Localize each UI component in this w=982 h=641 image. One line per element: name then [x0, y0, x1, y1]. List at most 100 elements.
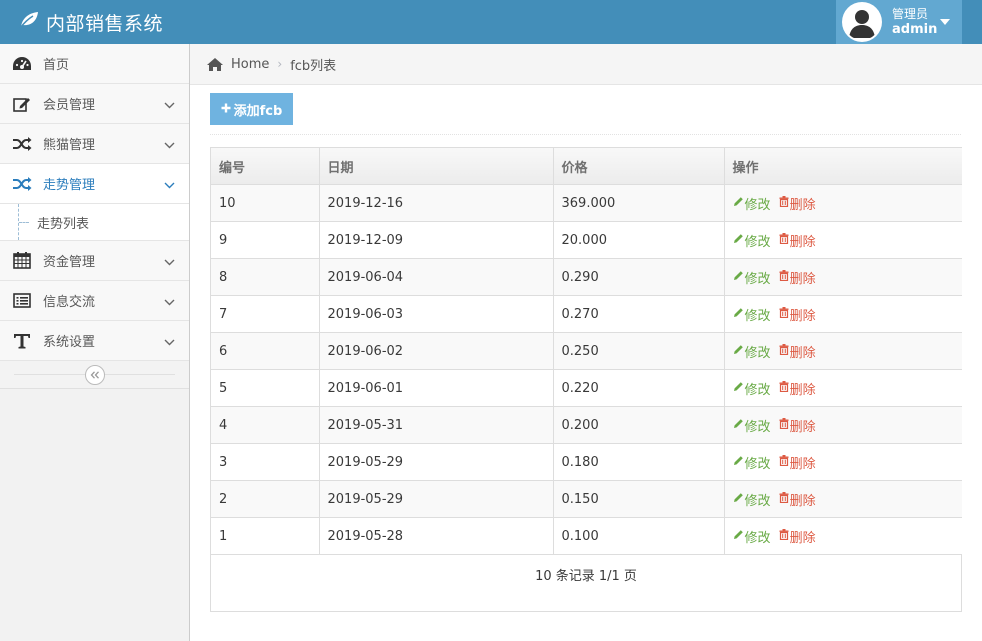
sidebar-item-label: 资金管理	[43, 255, 96, 270]
cell-price: 0.250	[552, 332, 725, 370]
chevron-down-icon[interactable]	[164, 255, 175, 270]
edit-link[interactable]: 修改	[733, 268, 771, 287]
pencil-icon	[733, 418, 745, 433]
double-angle-left-icon[interactable]	[85, 365, 105, 385]
sidebar-item-funds[interactable]: 资金管理	[0, 241, 189, 281]
breadcrumb-separator-icon: ›	[277, 57, 283, 71]
table-header-row: 编号 日期 价格 操作	[211, 148, 962, 185]
edit-link[interactable]: 修改	[733, 453, 771, 472]
top-navbar: 内部销售系统 管理员 admin	[0, 0, 982, 44]
submenu-item-trend-list[interactable]: 走势列表	[0, 204, 188, 240]
delete-link[interactable]: 删除	[779, 379, 816, 398]
pagination-info: 10 条记录 1/1 页	[535, 569, 637, 584]
delete-label: 删除	[789, 271, 816, 287]
edit-link[interactable]: 修改	[733, 416, 771, 435]
brand[interactable]: 内部销售系统	[18, 0, 163, 44]
sidebar-item-label: 熊猫管理	[43, 138, 96, 153]
edit-label: 修改	[744, 308, 771, 324]
edit-link[interactable]: 修改	[733, 231, 771, 250]
sidebar-item-trend[interactable]: 走势管理	[0, 164, 189, 204]
cell-actions: 修改 删除	[723, 517, 962, 555]
edit-link[interactable]: 修改	[733, 490, 771, 509]
cell-id: 2	[211, 480, 320, 518]
pencil-icon	[733, 381, 745, 396]
column-header-price[interactable]: 价格	[552, 148, 725, 185]
delete-link[interactable]: 删除	[779, 527, 816, 546]
sidebar-item-panda[interactable]: 熊猫管理	[0, 124, 189, 164]
delete-link[interactable]: 删除	[779, 490, 816, 509]
edit-label: 修改	[744, 493, 771, 509]
edit-link[interactable]: 修改	[733, 194, 771, 213]
chevron-down-icon[interactable]	[164, 335, 175, 350]
edit-link[interactable]: 修改	[733, 305, 771, 324]
home-icon	[206, 57, 224, 72]
sidebar-item-label: 信息交流	[43, 295, 96, 310]
edit-label: 修改	[744, 530, 771, 546]
cell-date: 2019-05-29	[318, 443, 554, 481]
user-menu[interactable]: 管理员 admin	[836, 0, 962, 44]
trash-icon	[779, 417, 790, 433]
edit-label: 修改	[744, 419, 771, 435]
table-row: 5 2019-06-01 0.220 修改 删除	[211, 369, 962, 407]
table-row: 2 2019-05-29 0.150 修改 删除	[211, 480, 962, 518]
cell-date: 2019-06-02	[318, 332, 554, 370]
sidebar-item-home[interactable]: 首页	[0, 44, 189, 84]
chevron-down-icon[interactable]	[164, 138, 175, 153]
delete-link[interactable]: 删除	[779, 305, 816, 324]
delete-link[interactable]: 删除	[779, 231, 816, 250]
cell-actions: 修改 删除	[723, 443, 962, 481]
list-alt-icon	[12, 291, 32, 311]
cell-price: 20.000	[552, 221, 725, 259]
breadcrumb-current: fcb列表	[290, 58, 337, 74]
dashboard-icon	[12, 54, 32, 74]
delete-link[interactable]: 删除	[779, 268, 816, 287]
trash-icon	[779, 306, 790, 322]
cell-price: 0.220	[552, 369, 725, 407]
user-name: admin	[892, 22, 938, 37]
edit-link[interactable]: 修改	[733, 379, 771, 398]
trash-icon	[779, 232, 790, 248]
sidebar-item-settings[interactable]: 系统设置	[0, 321, 189, 361]
pencil-icon	[733, 344, 745, 359]
chevron-down-icon[interactable]	[164, 295, 175, 310]
chevron-down-icon[interactable]	[164, 98, 175, 113]
caret-down-icon[interactable]	[940, 19, 950, 25]
cell-date: 2019-05-31	[318, 406, 554, 444]
column-header-id[interactable]: 编号	[211, 148, 320, 185]
pencil-icon	[733, 307, 745, 322]
plus-icon	[221, 102, 231, 117]
table-row: 7 2019-06-03 0.270 修改 删除	[211, 295, 962, 333]
divider	[210, 134, 961, 135]
delete-link[interactable]: 删除	[779, 194, 816, 213]
column-header-actions[interactable]: 操作	[723, 148, 962, 185]
delete-label: 删除	[789, 308, 816, 324]
cell-id: 1	[211, 517, 320, 555]
breadcrumb-home-link[interactable]: Home	[231, 57, 269, 72]
cell-date: 2019-05-28	[318, 517, 554, 555]
chevron-down-icon[interactable]	[164, 178, 175, 193]
cell-price: 0.270	[552, 295, 725, 333]
column-header-date[interactable]: 日期	[318, 148, 554, 185]
table-row: 6 2019-06-02 0.250 修改 删除	[211, 332, 962, 370]
sidebar-item-members[interactable]: 会员管理	[0, 84, 189, 124]
random-icon	[12, 174, 32, 194]
delete-link[interactable]: 删除	[779, 342, 816, 361]
delete-link[interactable]: 删除	[779, 416, 816, 435]
add-fcb-button[interactable]: 添加fcb	[210, 93, 293, 125]
cell-date: 2019-12-16	[318, 184, 554, 222]
edit-link[interactable]: 修改	[733, 527, 771, 546]
user-role: 管理员	[892, 7, 929, 21]
delete-link[interactable]: 删除	[779, 453, 816, 472]
cell-id: 5	[211, 369, 320, 407]
sidebar-item-messages[interactable]: 信息交流	[0, 281, 189, 321]
cell-date: 2019-12-09	[318, 221, 554, 259]
cell-id: 10	[211, 184, 320, 222]
cell-id: 7	[211, 295, 320, 333]
delete-label: 删除	[789, 530, 816, 546]
cell-actions: 修改 删除	[723, 332, 962, 370]
fcb-table-panel: 编号 日期 价格 操作 10 2019-12-16 369.000 修改 删除 …	[210, 147, 962, 612]
calendar-icon	[12, 251, 32, 271]
edit-link[interactable]: 修改	[733, 342, 771, 361]
cell-date: 2019-06-01	[318, 369, 554, 407]
delete-label: 删除	[789, 382, 816, 398]
